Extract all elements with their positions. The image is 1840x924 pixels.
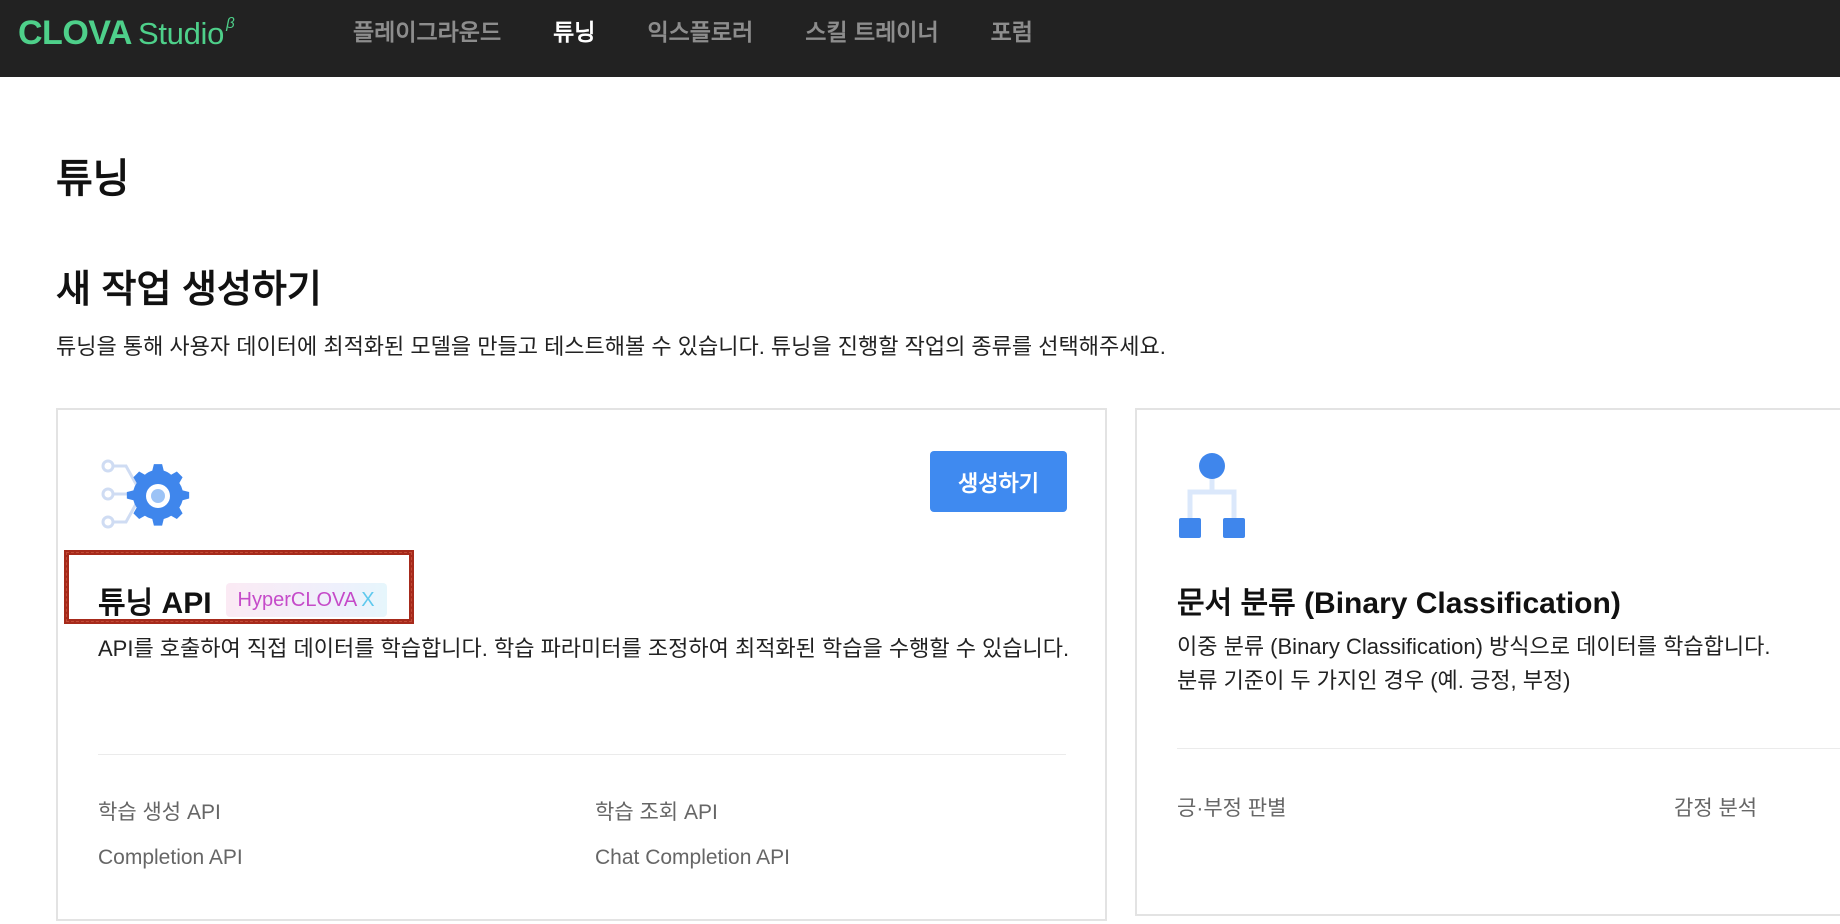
card-description-line: 이중 분류 (Binary Classification) 방식으로 데이터를 … <box>1177 634 1771 659</box>
card-title-row: 튜닝 API HyperCLOVA X <box>98 578 387 622</box>
nav-item-playground[interactable]: 플레이그라운드 <box>353 13 501 47</box>
badge-text: HyperCLOVA <box>237 588 358 611</box>
tuning-api-card[interactable]: 생성하기 튜닝 API HyperCLOVA X API를 호출하여 직접 데이… <box>56 408 1107 921</box>
card-title-row: 문서 분류 (Binary Classification) <box>1177 578 1621 622</box>
link-query-training-api[interactable]: 학습 조회 API <box>595 796 718 826</box>
gear-icon <box>100 458 200 534</box>
link-chat-completion-api[interactable]: Chat Completion API <box>595 846 790 870</box>
card-description: 이중 분류 (Binary Classification) 방식으로 데이터를 … <box>1177 630 1770 698</box>
nav-item-forum[interactable]: 포럼 <box>991 13 1033 47</box>
link-emotion-analysis[interactable]: 감정 분석 <box>1674 792 1757 822</box>
link-completion-api[interactable]: Completion API <box>98 846 243 870</box>
link-sentiment-polarity[interactable]: 긍·부정 판별 <box>1177 792 1286 822</box>
top-nav-bar: CLOVA Studio β 플레이그라운드 튜닝 익스플로러 스킬 트레이너 … <box>0 0 1840 77</box>
binary-classification-card[interactable]: 문서 분류 (Binary Classification) 이중 분류 (Bin… <box>1135 408 1840 916</box>
card-title: 문서 분류 (Binary Classification) <box>1177 587 1621 620</box>
link-create-training-api[interactable]: 학습 생성 API <box>98 796 221 826</box>
card-title: 튜닝 API <box>98 587 212 620</box>
section-description: 튜닝을 통해 사용자 데이터에 최적화된 모델을 만들고 테스트해볼 수 있습니… <box>56 334 1166 359</box>
card-description-line: API를 호출하여 직접 데이터를 학습합니다. 학습 파라미터를 조정하여 최… <box>98 636 1070 661</box>
nav-item-explorer[interactable]: 익스플로러 <box>647 13 753 47</box>
clova-studio-logo[interactable]: CLOVA Studio β <box>18 14 235 54</box>
page-title: 튜닝 <box>56 157 130 201</box>
main-nav: 플레이그라운드 튜닝 익스플로러 스킬 트레이너 포럼 <box>353 0 1085 60</box>
hyperclova-x-badge: HyperCLOVA X <box>225 583 387 617</box>
nav-item-skill-trainer[interactable]: 스킬 트레이너 <box>805 13 938 47</box>
create-button[interactable]: 생성하기 <box>930 451 1067 512</box>
nav-item-tuning[interactable]: 튜닝 <box>553 13 595 47</box>
section-title: 새 작업 생성하기 <box>56 269 322 311</box>
logo-beta-mark: β <box>226 15 235 32</box>
logo-studio-text: Studio <box>137 16 225 51</box>
card-description-line: 분류 기준이 두 가지인 경우 (예. 긍정, 부정) <box>1177 668 1571 693</box>
card-divider <box>1177 748 1840 749</box>
hierarchy-icon <box>1177 452 1247 544</box>
badge-x-mark: X <box>361 588 375 611</box>
logo-clova-text: CLOVA <box>18 14 132 52</box>
card-divider <box>98 754 1066 755</box>
card-description: API를 호출하여 직접 데이터를 학습합니다. 학습 파라미터를 조정하여 최… <box>98 632 1069 666</box>
